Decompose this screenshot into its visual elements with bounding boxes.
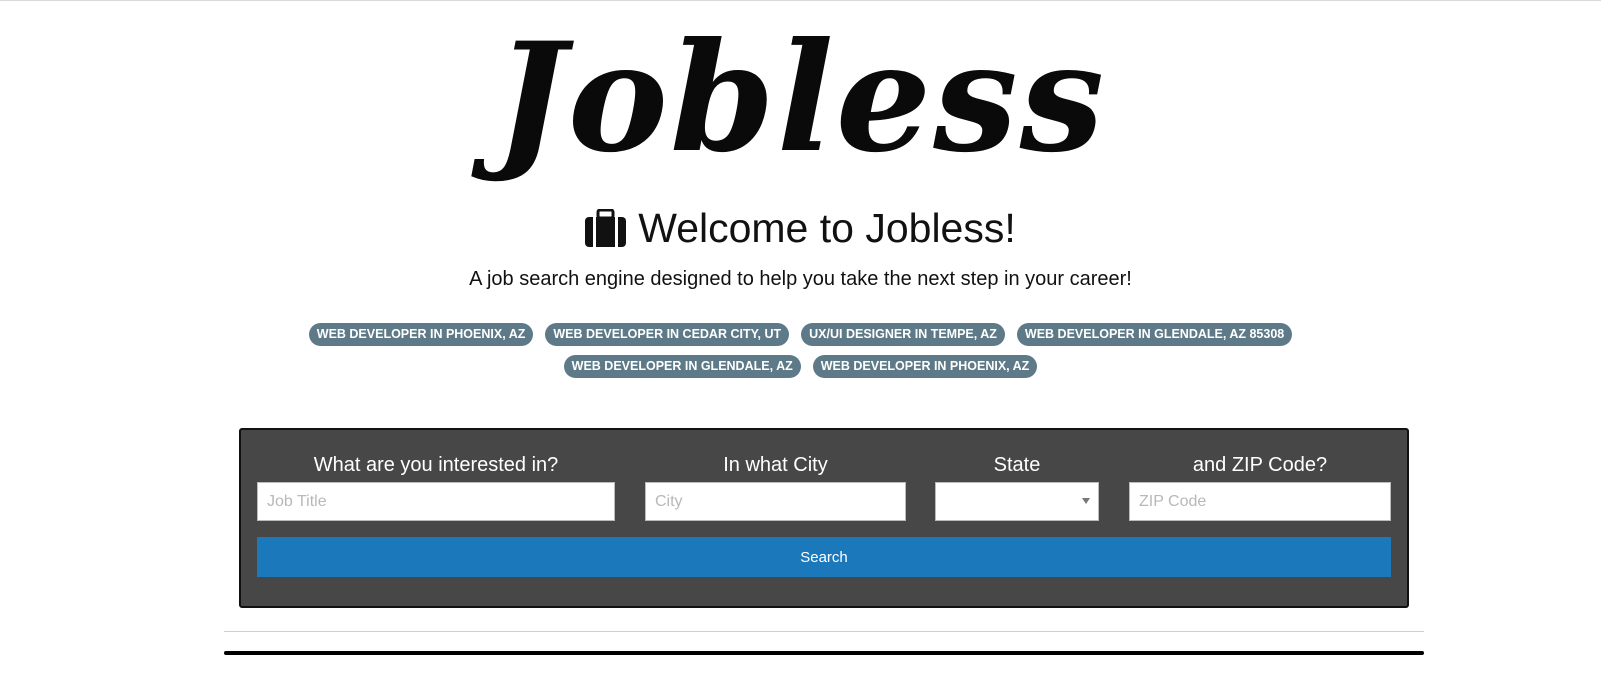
recent-search-chip[interactable]: WEB DEVELOPER IN PHOENIX, AZ <box>812 355 1038 378</box>
search-button[interactable]: Search <box>257 537 1391 577</box>
state-label: State <box>993 454 1041 476</box>
section-divider <box>224 651 1424 655</box>
zip-label: and ZIP Code? <box>1192 454 1328 476</box>
site-logo[interactable]: Jobless <box>0 18 1601 178</box>
page: Jobless Welcome to Jobless! A job search… <box>0 0 1601 695</box>
job-title-input[interactable] <box>257 482 615 521</box>
city-label: In what City <box>723 454 828 476</box>
recent-search-chip[interactable]: WEB DEVELOPER IN GLENDALE, AZ 85308 <box>1016 323 1293 346</box>
recent-search-chip[interactable]: WEB DEVELOPER IN CEDAR CITY, UT <box>545 323 790 346</box>
divider <box>224 631 1424 632</box>
briefcase-icon <box>585 209 627 247</box>
city-field-group: In what City <box>645 452 906 521</box>
tagline: A job search engine designed to help you… <box>469 268 1132 290</box>
recent-searches: WEB DEVELOPER IN PHOENIX, AZ WEB DEVELOP… <box>300 323 1301 378</box>
recent-search-chip[interactable]: WEB DEVELOPER IN PHOENIX, AZ <box>308 323 534 346</box>
zip-field-group: and ZIP Code? <box>1129 452 1391 521</box>
recent-search-chip[interactable]: WEB DEVELOPER IN GLENDALE, AZ <box>563 355 801 378</box>
city-input[interactable] <box>645 482 906 521</box>
search-panel: What are you interested in? In what City… <box>239 428 1409 608</box>
top-divider <box>0 0 1601 1</box>
state-select[interactable] <box>935 482 1099 521</box>
welcome-title: Welcome to Jobless! <box>638 205 1016 251</box>
job-title-label: What are you interested in? <box>313 454 559 476</box>
recent-search-chip[interactable]: UX/UI DESIGNER IN TEMPE, AZ <box>801 323 1005 346</box>
welcome-heading: Welcome to Jobless! <box>0 204 1601 252</box>
caret-down-icon <box>1082 498 1090 504</box>
job-field-group: What are you interested in? <box>257 452 615 521</box>
zip-code-input[interactable] <box>1129 482 1391 521</box>
state-field-group: State <box>935 452 1099 521</box>
